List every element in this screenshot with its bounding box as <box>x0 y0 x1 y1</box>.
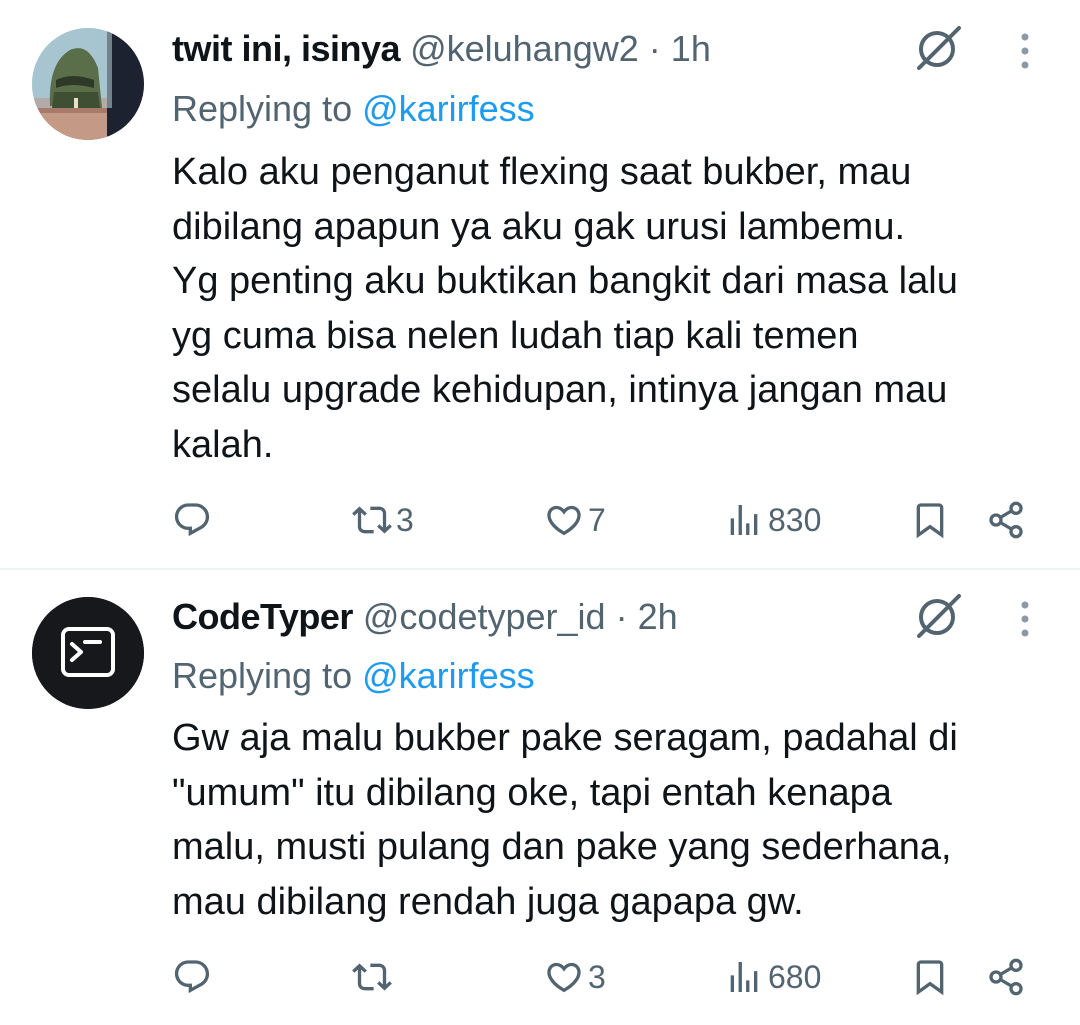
tweet-header: twit ini, isinya @keluhangw2 · 1h <box>172 24 711 74</box>
bookmark-icon <box>916 960 944 996</box>
timestamp[interactable]: 1h <box>671 28 711 69</box>
replying-to: Replying to @karirfess <box>172 651 535 701</box>
bookmark-button[interactable] <box>910 947 950 1007</box>
avatar[interactable] <box>32 28 144 140</box>
bookmark-icon <box>916 503 944 539</box>
avatar[interactable] <box>32 597 144 709</box>
views-count: 830 <box>768 501 822 538</box>
replying-to: Replying to @karirfess <box>172 84 535 134</box>
replying-label: Replying to <box>172 88 363 129</box>
retweet-icon <box>352 506 392 534</box>
bookmark-button[interactable] <box>910 490 950 550</box>
more-icon[interactable] <box>1010 594 1040 644</box>
like-count: 7 <box>588 501 606 538</box>
share-icon <box>989 501 1023 539</box>
like-icon <box>547 505 581 536</box>
views-button[interactable]: 830 <box>724 490 821 550</box>
views-icon <box>730 962 758 992</box>
reply-mention[interactable]: @karirfess <box>362 88 535 129</box>
reply-icon <box>174 503 210 537</box>
tweet-text: Gw aja malu bukber pake seragam, padahal… <box>172 717 958 923</box>
reply-mention[interactable]: @karirfess <box>362 655 535 696</box>
replying-label: Replying to <box>172 655 363 696</box>
retweet-count: 3 <box>396 501 414 538</box>
like-button[interactable]: 7 <box>544 490 606 550</box>
terminal-icon <box>32 597 144 709</box>
retweet-button[interactable] <box>352 947 396 1007</box>
reply-button[interactable] <box>172 490 212 550</box>
reply-icon <box>174 960 210 994</box>
retweet-icon <box>352 963 392 991</box>
like-button[interactable]: 3 <box>544 947 606 1007</box>
retweet-button[interactable]: 3 <box>352 490 414 550</box>
avatar-image <box>32 28 144 140</box>
handle[interactable]: @keluhangw2 <box>410 28 639 69</box>
tweet-text: Kalo aku penganut flexing saat bukber, m… <box>172 151 958 466</box>
views-count: 680 <box>768 958 822 995</box>
action-bar: 3 7 830 <box>172 490 1042 550</box>
separator: · <box>648 28 661 69</box>
display-name[interactable]: twit ini, isinya <box>172 28 401 69</box>
share-icon <box>989 958 1023 996</box>
views-button[interactable]: 680 <box>724 947 821 1007</box>
reply-button[interactable] <box>172 947 212 1007</box>
handle[interactable]: @codetyper_id <box>363 596 606 637</box>
tweet-header: CodeTyper @codetyper_id · 2h <box>172 592 678 642</box>
grok-icon[interactable] <box>913 590 965 642</box>
share-button[interactable] <box>986 490 1026 550</box>
tweet[interactable]: twit ini, isinya @keluhangw2 · 1h Replyi… <box>0 0 1080 568</box>
like-count: 3 <box>588 958 606 995</box>
timestamp[interactable]: 2h <box>638 596 678 637</box>
views-icon <box>730 505 758 535</box>
display-name[interactable]: CodeTyper <box>172 596 353 637</box>
separator: · <box>615 596 628 637</box>
share-button[interactable] <box>986 947 1026 1007</box>
more-icon[interactable] <box>1010 26 1040 76</box>
grok-icon[interactable] <box>913 22 965 74</box>
action-bar: 3 680 <box>172 947 1042 1007</box>
like-icon <box>547 962 581 993</box>
